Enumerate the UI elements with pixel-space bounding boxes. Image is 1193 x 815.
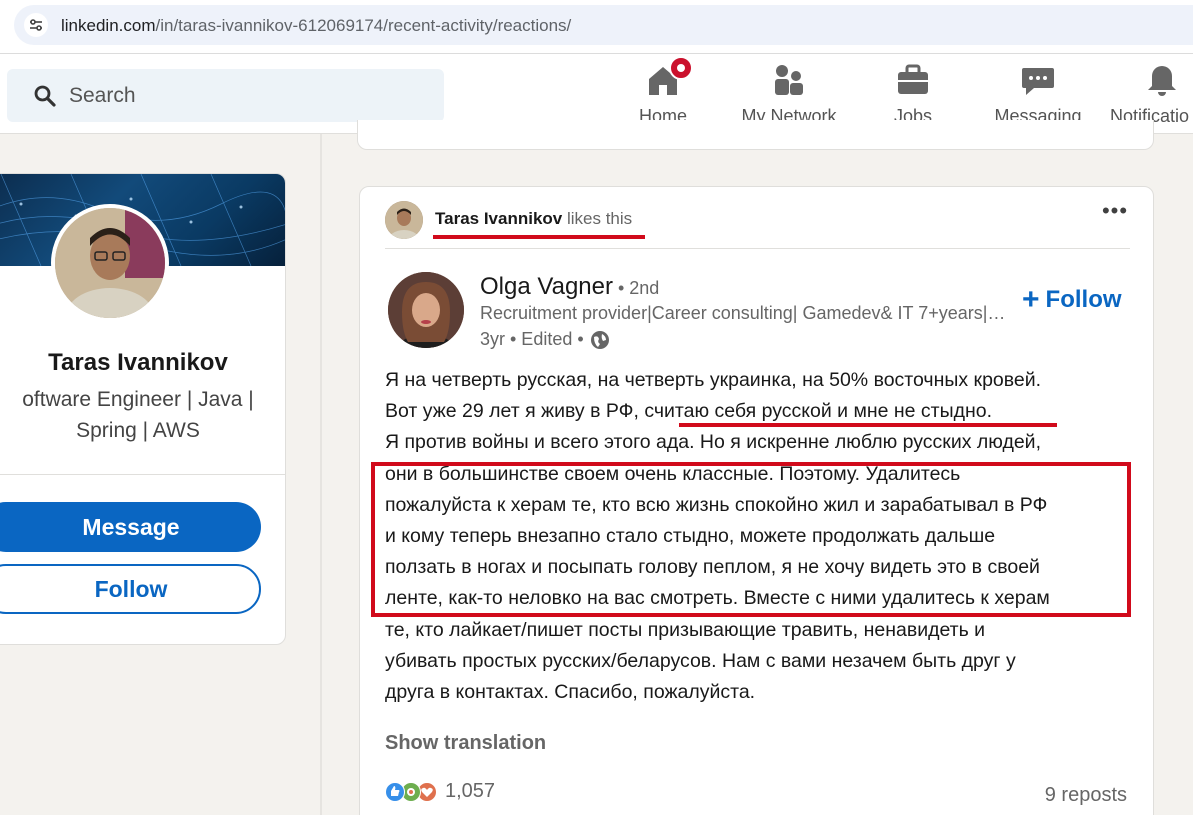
profile-card: Taras Ivannikov oftware Engineer | Java … — [0, 173, 286, 645]
profile-headline-line1: oftware Engineer | Java | — [22, 388, 254, 411]
activity-verb: likes this — [562, 209, 633, 228]
network-icon — [771, 62, 807, 98]
activity-header: Taras Ivannikov likes this ••• — [385, 200, 1130, 249]
author-headline: Recruitment provider|Career consulting| … — [480, 303, 1010, 323]
home-icon — [645, 56, 693, 98]
like-reaction-icon — [385, 781, 405, 802]
url-host: linkedin.com — [61, 16, 156, 35]
author-follow-button[interactable]: + Follow — [1022, 281, 1122, 316]
search-placeholder: Search — [69, 84, 136, 107]
post-text-line: Я на четверть русская, на четверть украи… — [385, 369, 1042, 391]
reaction-count: 1,057 — [445, 780, 496, 802]
author-name-text: Olga Vagner — [480, 273, 613, 300]
post-text-line: Я против войны и всего этого ада. Но я и… — [385, 431, 1041, 454]
profile-headline: oftware Engineer | Java | Spring | AWS — [9, 384, 267, 446]
author-follow-label: Follow — [1045, 286, 1122, 313]
site-settings-icon[interactable] — [24, 13, 48, 37]
annotation-underline — [679, 423, 1057, 427]
plus-icon: + — [1022, 283, 1040, 316]
post-meta: 3yr • Edited • — [480, 329, 610, 350]
search-icon — [34, 85, 56, 107]
show-translation-link[interactable]: Show translation — [385, 732, 546, 755]
chat-icon — [1020, 62, 1056, 98]
author-avatar[interactable] — [388, 272, 464, 348]
more-options-icon[interactable]: ••• — [1100, 200, 1130, 225]
post-card: Taras Ivannikov likes this ••• Olga Vagn… — [359, 186, 1154, 815]
annotation-underline — [433, 235, 645, 239]
browser-address-bar: linkedin.com/in/taras-ivannikov-61206917… — [0, 0, 1193, 54]
message-button[interactable]: Message — [0, 502, 261, 552]
post-text-line: друга в контактах. Спасибо, пожалуйста. — [385, 680, 756, 703]
previous-post-card — [357, 120, 1154, 150]
post-meta-text: 3yr • Edited • — [480, 329, 584, 349]
activity-avatar[interactable] — [385, 201, 423, 239]
reactions-summary[interactable]: 1,057 — [385, 780, 495, 803]
globe-icon — [590, 330, 609, 349]
profile-follow-button[interactable]: Follow — [0, 564, 261, 614]
url-text: linkedin.com/in/taras-ivannikov-61206917… — [61, 16, 571, 36]
reposts-count[interactable]: 9 reposts — [1045, 784, 1127, 807]
search-input[interactable]: Search — [7, 69, 444, 122]
url-field[interactable]: linkedin.com/in/taras-ivannikov-61206917… — [14, 5, 1193, 45]
connection-degree: • 2nd — [612, 278, 660, 298]
activity-actor-name[interactable]: Taras Ivannikov — [435, 209, 562, 228]
profile-avatar[interactable] — [51, 204, 169, 322]
url-path: /in/taras-ivannikov-612069174/recent-act… — [155, 16, 572, 35]
annotation-highlight-box — [371, 462, 1131, 617]
notification-badge — [669, 56, 693, 80]
activity-text: Taras Ivannikov likes this — [435, 209, 632, 229]
divider — [0, 474, 285, 475]
author-name[interactable]: Olga Vagner • 2nd — [480, 273, 659, 301]
post-text-line: убивать простых русских/беларусов. Нам с… — [385, 649, 1016, 672]
column-divider — [320, 134, 322, 815]
briefcase-icon — [895, 62, 931, 98]
post-text-line: те, кто лайкает/пишет посты призывающие … — [385, 618, 986, 641]
profile-headline-line2: Spring | AWS — [76, 419, 200, 442]
profile-name[interactable]: Taras Ivannikov — [9, 349, 267, 377]
bell-icon — [1144, 62, 1180, 98]
